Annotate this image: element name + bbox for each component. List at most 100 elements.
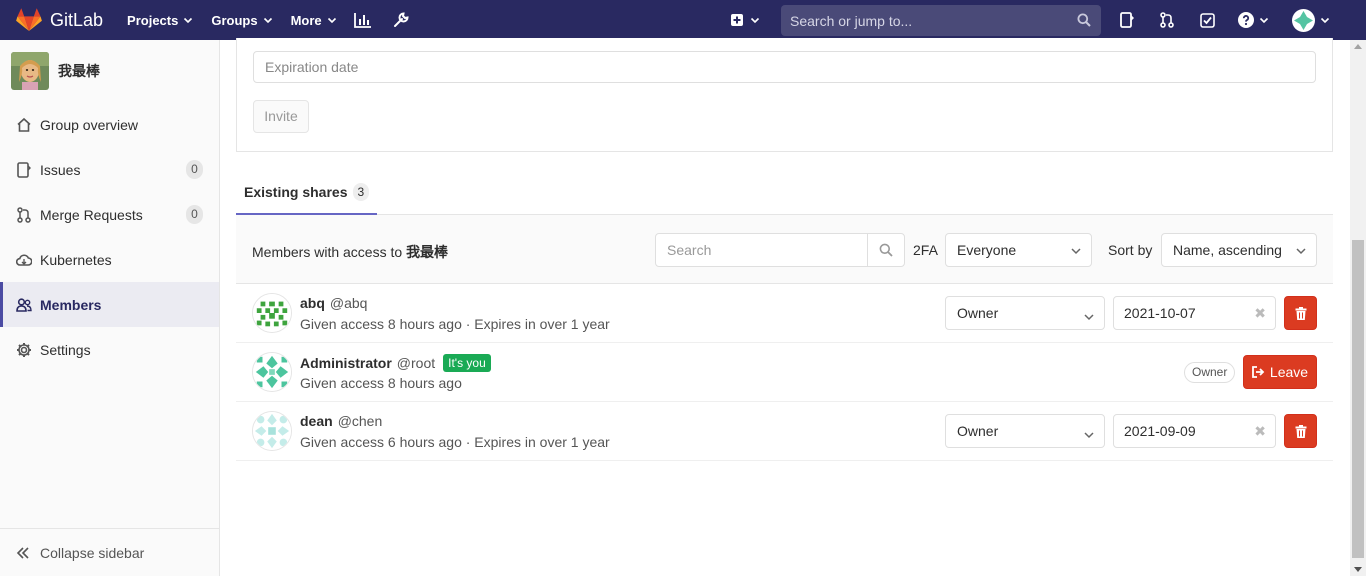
members-search-button[interactable] <box>867 234 904 266</box>
member-name[interactable]: abq <box>300 295 325 311</box>
scrollbar-thumb[interactable] <box>1352 240 1364 558</box>
member-name[interactable]: dean <box>300 413 333 429</box>
group-avatar <box>11 52 49 90</box>
global-search-input[interactable]: Search or jump to... <box>781 5 1101 36</box>
cloud-icon <box>16 252 32 268</box>
activity-chart-icon[interactable] <box>351 0 375 40</box>
home-icon <box>16 117 32 133</box>
member-username: @root <box>396 355 436 371</box>
clear-date-icon[interactable]: ✖ <box>1254 297 1266 329</box>
sidebar-item-label: Group overview <box>40 116 139 133</box>
group-name: 我最棒 <box>58 63 100 79</box>
nav-more-label: More <box>290 12 322 28</box>
chevron-down-icon <box>1084 432 1094 439</box>
issues-icon <box>16 161 32 178</box>
invite-button[interactable]: Invite <box>253 100 309 133</box>
user-menu[interactable] <box>1292 0 1330 40</box>
new-menu[interactable] <box>730 0 760 40</box>
remove-member-button[interactable] <box>1284 414 1317 448</box>
sidebar-item-issues[interactable]: Issues 0 <box>0 147 219 192</box>
collapse-sidebar-label: Collapse sidebar <box>40 544 145 561</box>
members-search-input[interactable]: Search <box>655 233 905 267</box>
chevron-down-icon <box>327 17 336 24</box>
existing-shares-count-badge: 3 <box>352 182 370 201</box>
expiration-date-input[interactable]: Expiration date <box>253 51 1316 83</box>
member-role-dropdown[interactable]: Owner <box>945 296 1105 330</box>
member-role-dropdown[interactable]: Owner <box>945 414 1105 448</box>
member-row: abq @abq Given access 8 hours ago · Expi… <box>236 284 1333 343</box>
nav-projects[interactable]: Projects <box>127 0 193 40</box>
gitlab-home-link[interactable]: GitLab <box>16 0 103 40</box>
chevron-down-icon <box>1071 248 1081 255</box>
leave-label: Leave <box>1269 364 1309 380</box>
chevron-down-icon <box>1259 17 1268 24</box>
sidebar-item-label: Settings <box>40 341 91 358</box>
chevron-down-icon <box>1084 314 1094 321</box>
leave-group-button[interactable]: Leave <box>1243 355 1317 389</box>
members-list-title: Members with access to 我最棒 <box>252 242 448 262</box>
admin-wrench-icon[interactable] <box>389 0 413 40</box>
sidebar-item-label: Merge Requests <box>40 206 143 223</box>
todos-shortcut-icon[interactable] <box>1196 0 1218 40</box>
twofa-filter-dropdown[interactable]: Everyone <box>945 233 1092 267</box>
settings-icon <box>16 342 32 358</box>
sort-by-label: Sort by <box>1108 242 1153 258</box>
nav-groups[interactable]: Groups <box>211 0 272 40</box>
trash-icon <box>1295 424 1306 438</box>
member-avatar <box>252 411 292 451</box>
sidebar-item-kubernetes[interactable]: Kubernetes <box>0 237 219 282</box>
member-expiration-value: 2021-09-09 <box>1124 423 1196 439</box>
double-chevron-left-icon <box>16 546 32 559</box>
member-access-info: Given access 8 hours ago <box>300 375 462 391</box>
gitlab-logo-icon <box>16 8 42 31</box>
nav-more[interactable]: More <box>291 0 337 40</box>
member-expiration-input[interactable]: 2021-09-09 ✖ <box>1113 414 1276 448</box>
members-title-prefix: Members with access to <box>252 244 403 260</box>
members-search-placeholder: Search <box>667 242 712 258</box>
tab-existing-shares-label: Existing shares <box>244 183 348 200</box>
remove-member-button[interactable] <box>1284 296 1317 330</box>
clear-date-icon[interactable]: ✖ <box>1254 415 1266 447</box>
search-icon <box>879 243 893 257</box>
tab-existing-shares[interactable]: Existing shares 3 <box>236 170 378 215</box>
sidebar-item-label: Kubernetes <box>40 251 112 268</box>
member-avatar <box>252 352 292 392</box>
expiration-date-placeholder: Expiration date <box>265 59 359 75</box>
member-avatar <box>252 293 292 333</box>
member-name-line: abq @abq <box>300 295 367 311</box>
member-access-info: Given access 8 hours ago · Expires in ov… <box>300 316 610 332</box>
collapse-sidebar-button[interactable]: Collapse sidebar <box>0 528 219 576</box>
merge-request-icon <box>16 206 32 223</box>
sidebar-item-label: Members <box>40 296 102 313</box>
member-role-value: Owner <box>957 423 999 439</box>
twofa-label: 2FA <box>913 242 938 258</box>
member-username: @abq <box>329 295 368 311</box>
scroll-up-arrow-icon[interactable] <box>1354 44 1362 49</box>
brand-name: GitLab <box>50 9 104 30</box>
chevron-down-icon <box>184 17 193 24</box>
sidebar-item-group-overview[interactable]: Group overview <box>0 102 219 147</box>
twofa-filter-value: Everyone <box>957 242 1017 258</box>
sign-out-icon <box>1252 366 1265 378</box>
sidebar-item-members[interactable]: Members <box>0 282 219 327</box>
sidebar-item-settings[interactable]: Settings <box>0 327 219 372</box>
member-row: Administrator @root It's you Given acces… <box>236 343 1333 402</box>
sort-by-dropdown[interactable]: Name, ascending <box>1161 233 1317 267</box>
help-menu[interactable] <box>1236 0 1270 40</box>
trash-icon <box>1295 306 1306 320</box>
its-you-badge: It's you <box>443 354 491 372</box>
issues-shortcut-icon[interactable] <box>1116 0 1138 40</box>
group-sidebar: 我最棒 Group overview Issues 0 Merge Reques… <box>0 40 220 576</box>
user-avatar <box>1292 8 1315 32</box>
member-name[interactable]: Administrator <box>300 355 392 371</box>
nav-projects-label: Projects <box>127 12 179 28</box>
sidebar-item-merge-requests[interactable]: Merge Requests 0 <box>0 192 219 237</box>
member-expiration-input[interactable]: 2021-10-07 ✖ <box>1113 296 1276 330</box>
page-scrollbar[interactable] <box>1350 40 1366 576</box>
nav-groups-label: Groups <box>211 12 258 28</box>
scroll-down-arrow-icon[interactable] <box>1354 567 1362 572</box>
top-navbar: GitLab Projects Groups More Search or ju… <box>0 0 1366 40</box>
group-header-link[interactable]: 我最棒 <box>0 40 219 102</box>
help-icon <box>1237 12 1254 28</box>
merge-requests-shortcut-icon[interactable] <box>1156 0 1178 40</box>
